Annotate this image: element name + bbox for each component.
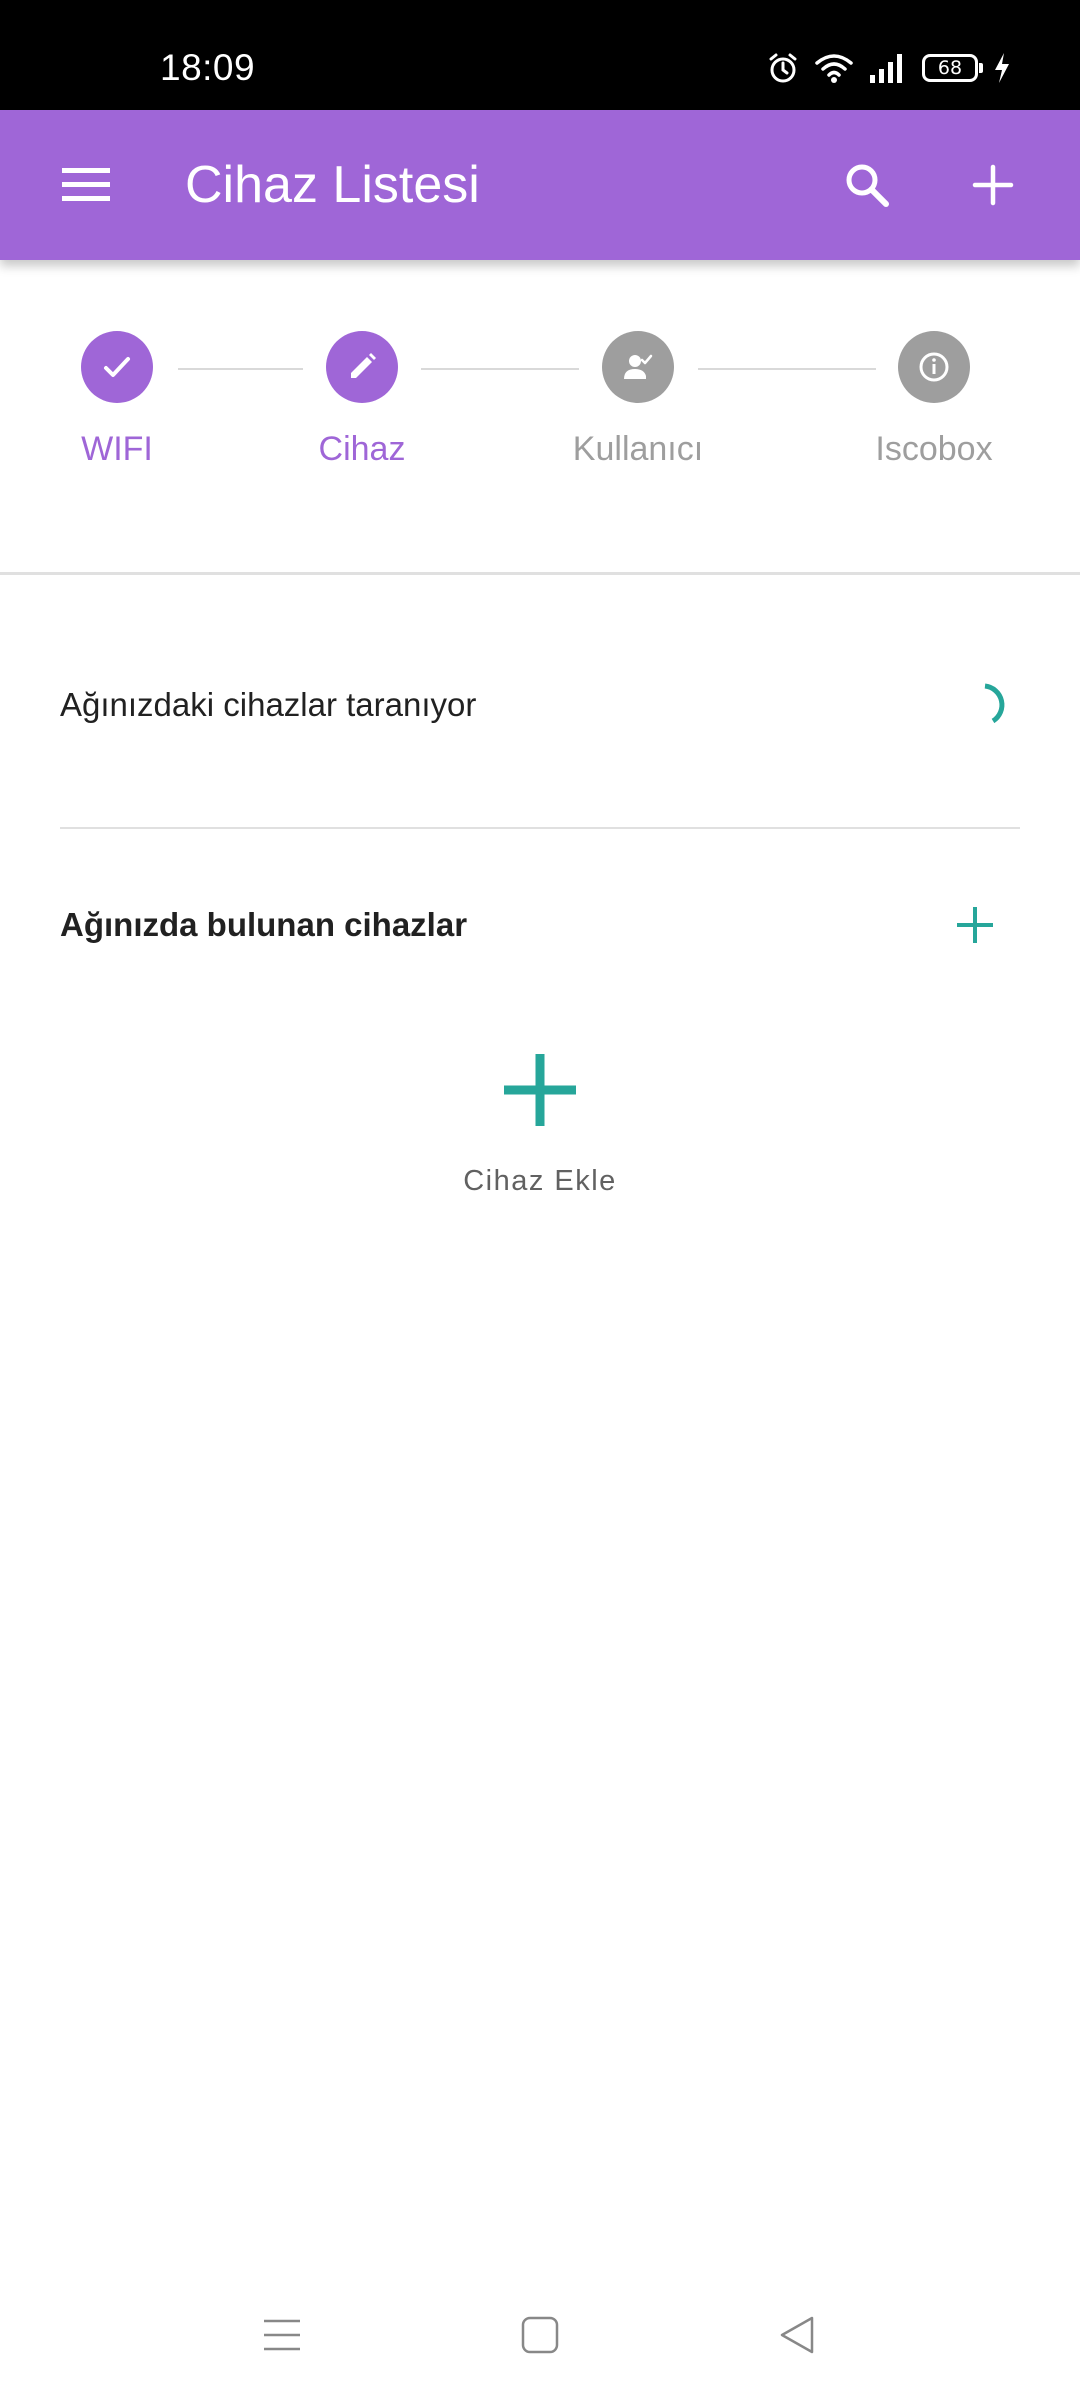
- add-device-label: Cihaz Ekle: [463, 1165, 617, 1197]
- divider: [0, 572, 1080, 575]
- scan-status-text: Ağınızdaki cihazlar taranıyor: [60, 686, 477, 723]
- loading-spinner: [984, 683, 1005, 724]
- user-check-icon: [624, 354, 653, 379]
- add-icon: [972, 164, 1014, 206]
- add-device-button[interactable]: Cihaz Ekle: [430, 1035, 650, 1215]
- step-iscobox[interactable]: [898, 331, 970, 403]
- add-icon: [504, 1054, 576, 1126]
- wifi-icon: [814, 51, 854, 85]
- charging-icon: [992, 51, 1012, 85]
- divider: [60, 827, 1020, 829]
- devices-header: Ağınızda bulunan cihazlar: [60, 880, 1020, 970]
- step-label-wifi: WIFI: [81, 430, 153, 468]
- status-bar: 18:09 68: [0, 0, 1080, 110]
- app-bar: Cihaz Listesi: [0, 110, 1080, 260]
- home-icon: [521, 2316, 559, 2354]
- scan-status-row: Ağınızdaki cihazlar taranıyor: [60, 660, 1020, 750]
- step-connector: [698, 368, 876, 370]
- pencil-icon: [351, 353, 376, 378]
- add-button[interactable]: [957, 155, 1029, 215]
- battery-icon: 68: [922, 54, 983, 82]
- menu-icon: [62, 168, 110, 201]
- menu-button[interactable]: [50, 155, 122, 215]
- step-label-kullanici: Kullanıcı: [572, 430, 704, 468]
- step-label-cihaz: Cihaz: [318, 430, 406, 468]
- step-kullanici[interactable]: [602, 331, 674, 403]
- add-device-header-button[interactable]: [945, 895, 1005, 955]
- stepper: WIFI Cihaz Kullanıcı Iscobox: [0, 260, 1080, 575]
- search-button[interactable]: [832, 155, 902, 215]
- navigation-bar: [0, 2270, 1080, 2400]
- back-icon: [780, 2316, 814, 2354]
- step-cihaz[interactable]: [326, 331, 398, 403]
- step-connector: [178, 368, 303, 370]
- step-label-iscobox: Iscobox: [875, 430, 993, 468]
- alarm-icon: [766, 51, 800, 85]
- back-button[interactable]: [757, 2295, 837, 2375]
- info-icon: [919, 352, 949, 382]
- status-icons: 68: [766, 48, 1012, 88]
- step-wifi[interactable]: [81, 331, 153, 403]
- signal-icon: [868, 51, 908, 85]
- check-icon: [104, 357, 130, 377]
- step-connector: [421, 368, 579, 370]
- home-button[interactable]: [500, 2295, 580, 2375]
- add-icon: [957, 907, 993, 943]
- search-icon: [846, 164, 889, 207]
- devices-title: Ağınızda bulunan cihazlar: [60, 906, 468, 943]
- status-time: 18:09: [160, 47, 256, 88]
- recents-button[interactable]: [242, 2295, 322, 2375]
- recents-icon: [264, 2319, 300, 2351]
- page-title: Cihaz Listesi: [185, 156, 480, 214]
